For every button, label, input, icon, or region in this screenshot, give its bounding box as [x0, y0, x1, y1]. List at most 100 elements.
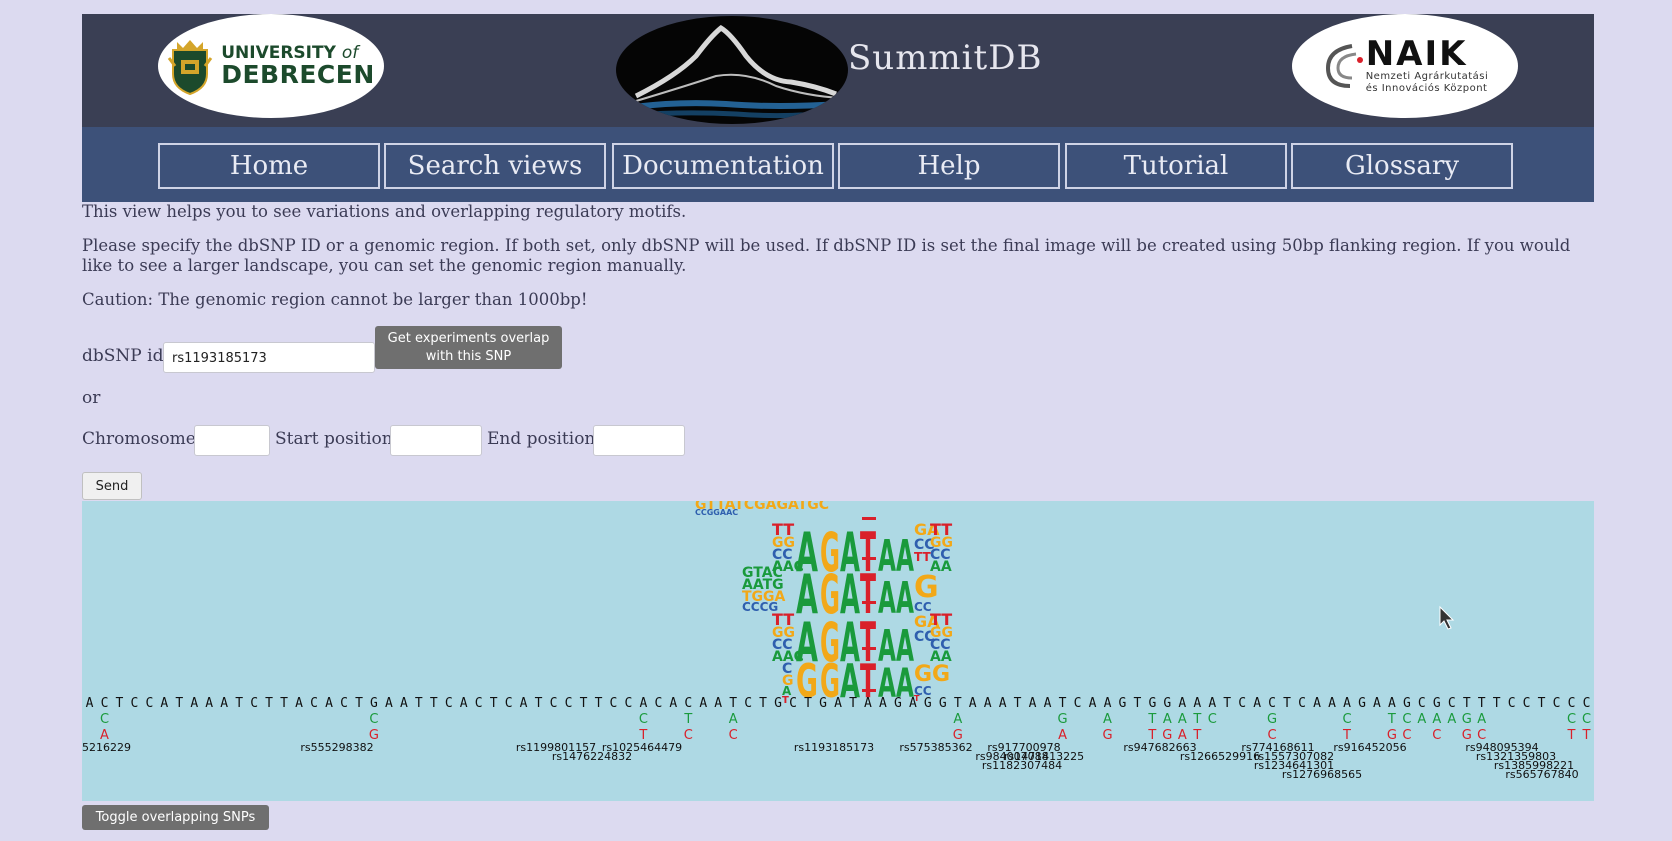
sequence-base: G: [774, 696, 782, 711]
sequence-base: A: [460, 696, 468, 711]
alt-allele: A: [729, 712, 738, 727]
overlap-button-line2: with this SNP: [425, 348, 512, 364]
sequence-base: A: [984, 696, 992, 711]
naik-logo[interactable]: NAIK Nemzeti Agrárkutatási és Innovációs…: [1292, 14, 1518, 118]
sequence-base: A: [669, 696, 677, 711]
sequence-base: C: [445, 696, 453, 711]
sequence-base: A: [714, 696, 722, 711]
dbsnp-input[interactable]: rs1193185173: [163, 342, 375, 373]
ref-allele: C: [1432, 728, 1441, 743]
send-button[interactable]: Send: [82, 472, 142, 500]
snp-id-label[interactable]: rs565767840: [1505, 768, 1578, 781]
snp-id-label[interactable]: rs1476224832: [552, 750, 632, 763]
sequence-base: C: [250, 696, 258, 711]
sequence-base: C: [101, 696, 109, 711]
sequence-base: T: [804, 696, 812, 711]
chromosome-input[interactable]: [194, 425, 270, 456]
svg-text:AA: AA: [878, 573, 914, 624]
sequence-base: G: [1358, 696, 1366, 711]
sequence-base: A: [400, 696, 408, 711]
alt-allele: A: [1178, 712, 1187, 727]
sequence-base: C: [1568, 696, 1576, 711]
sequence-base: T: [1223, 696, 1231, 711]
sequence-base: A: [909, 696, 917, 711]
sequence-base: C: [1238, 696, 1246, 711]
caution-text: Caution: The genomic region cannot be la…: [82, 290, 588, 309]
visualization-canvas[interactable]: GTTATCGAGATGC CCGGAAC TT GG CC AAC A G A…: [82, 501, 1594, 801]
sequence-base: A: [1089, 696, 1097, 711]
alt-allele: A: [1417, 712, 1426, 727]
header-banner: UNIVERSITY of DEBRECEN SummitDB NAIK Nem…: [82, 14, 1594, 127]
sequence-base: T: [535, 696, 543, 711]
sequence-base: C: [130, 696, 138, 711]
svg-text:TT: TT: [914, 550, 931, 564]
sequence-base: T: [265, 696, 273, 711]
snp-id-label[interactable]: rs1193185173: [794, 741, 874, 754]
naik-line1: Nemzeti Agrárkutatási: [1365, 71, 1489, 82]
sequence-base: A: [699, 696, 707, 711]
sequence-base: C: [744, 696, 752, 711]
sequence-base: T: [1133, 696, 1141, 711]
nav-search-views[interactable]: Search views: [384, 143, 606, 189]
sequence-base: C: [1553, 696, 1561, 711]
alt-allele: A: [1432, 712, 1441, 727]
alt-allele: A: [1447, 712, 1456, 727]
alt-allele: C: [1208, 712, 1217, 727]
alt-allele: A: [1163, 712, 1172, 727]
crest-icon: [168, 40, 213, 96]
alt-allele: A: [1477, 712, 1486, 727]
snp-id-label[interactable]: rs1182307484: [982, 759, 1062, 772]
university-of-debrecen-logo[interactable]: UNIVERSITY of DEBRECEN: [158, 14, 384, 118]
get-experiments-overlap-button[interactable]: Get experiments overlap with this SNP: [375, 326, 562, 369]
alt-allele: C: [639, 712, 648, 727]
sequence-track: ACTCCATAAATCTTACACTGAATTCACTCATCCTTCCACA…: [86, 696, 1591, 711]
end-position-input[interactable]: [593, 425, 685, 456]
sequence-base: T: [1478, 696, 1486, 711]
snp-id-label[interactable]: 5216229: [82, 741, 131, 754]
sequence-base: A: [969, 696, 977, 711]
sequence-base: T: [759, 696, 767, 711]
sequence-base: G: [819, 696, 827, 711]
alt-allele: C: [1567, 712, 1576, 727]
sequence-base: C: [1298, 696, 1306, 711]
ref-allele: C: [729, 728, 738, 743]
summitdb-logo[interactable]: SummitDB: [612, 14, 1062, 127]
alt-allele: T: [1192, 712, 1201, 727]
nav-home[interactable]: Home: [158, 143, 380, 189]
sequence-base: A: [295, 696, 303, 711]
nav-glossary[interactable]: Glossary: [1291, 143, 1513, 189]
alt-allele: T: [1147, 712, 1156, 727]
alt-allele: C: [100, 712, 109, 727]
end-position-label: End position:: [487, 429, 602, 449]
snp-id-label[interactable]: rs916452056: [1333, 741, 1406, 754]
sequence-base: T: [280, 696, 288, 711]
snp-id-label[interactable]: rs1276968565: [1282, 768, 1362, 781]
nav-help[interactable]: Help: [838, 143, 1060, 189]
sequence-base: C: [1268, 696, 1276, 711]
ref-allele: G: [1102, 728, 1112, 743]
sequence-base: A: [1313, 696, 1321, 711]
alt-allele: C: [1402, 712, 1411, 727]
sequence-base: G: [370, 696, 378, 711]
nav-documentation[interactable]: Documentation: [612, 143, 834, 189]
snp-id-label[interactable]: rs555298382: [300, 741, 373, 754]
dbsnp-label: dbSNP id:: [82, 346, 170, 366]
sequence-base: G: [1433, 696, 1441, 711]
start-position-input[interactable]: [390, 425, 482, 456]
sequence-base: A: [385, 696, 393, 711]
snp-track: CACGCTTCACAGGAAGTTAGAATTC GCCTTGCCA ACA GGA…: [82, 712, 1591, 781]
sequence-base: G: [1403, 696, 1411, 711]
sequence-base: T: [954, 696, 962, 711]
toggle-overlapping-snps-button[interactable]: Toggle overlapping SNPs: [82, 805, 269, 830]
sequence-base: C: [1074, 696, 1082, 711]
sequence-base: C: [145, 696, 153, 711]
sequence-base: A: [205, 696, 213, 711]
sequence-base: C: [505, 696, 513, 711]
sequence-base: A: [1343, 696, 1351, 711]
nav-tutorial[interactable]: Tutorial: [1065, 143, 1287, 189]
sequence-base: C: [1508, 696, 1516, 711]
sequence-base: A: [1328, 696, 1336, 711]
snp-id-label[interactable]: rs575385362: [899, 741, 972, 754]
sequence-base: A: [1208, 696, 1216, 711]
sequence-base: G: [1118, 696, 1126, 711]
